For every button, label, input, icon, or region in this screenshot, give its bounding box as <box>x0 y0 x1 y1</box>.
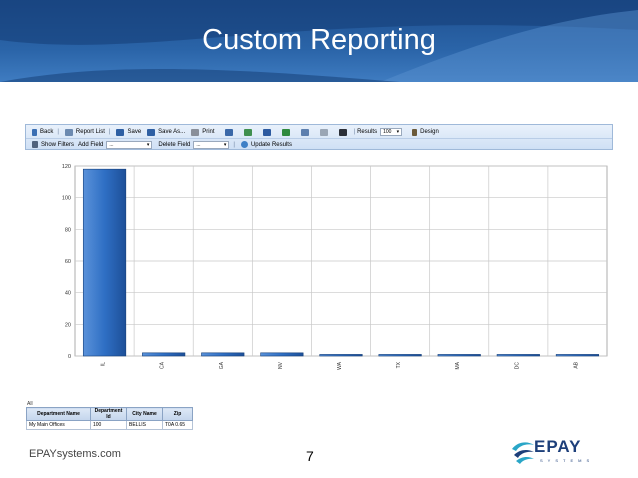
footer-website: EPAYsystems.com <box>29 448 121 460</box>
x-tick-label: AB <box>573 361 579 368</box>
save-as-disk-icon <box>147 128 156 136</box>
results-chart: 0 20 40 60 80 100 120 IL CA GA NV WA TX MA DC AB <box>45 158 615 376</box>
logo-swoosh-icon <box>512 442 534 464</box>
y-tick-label: 20 <box>65 322 71 328</box>
x-tick-label: NV <box>278 361 284 369</box>
show-filters-label: Show Filters <box>41 141 75 148</box>
column-header[interactable]: City Name <box>126 407 163 421</box>
save-as-label: Save As... <box>158 129 186 135</box>
x-tick-label: TX <box>396 361 402 368</box>
back-button[interactable]: Back <box>32 128 54 136</box>
column-header[interactable]: Department Name <box>26 407 91 421</box>
report-list-button[interactable]: Report List <box>64 128 105 136</box>
x-tick-label: WA <box>337 361 343 370</box>
results-select[interactable]: 100 ▾ <box>380 128 403 136</box>
results-label: Results <box>357 129 378 135</box>
print-label: Print <box>202 129 215 135</box>
toolbar-row-fields: Show Filters Add Field ... ▾ Delete Fiel… <box>26 138 612 150</box>
separator: | <box>57 129 59 135</box>
design-label: Design <box>420 129 439 135</box>
x-tick-label: CA <box>160 361 166 369</box>
x-tick-label: DC <box>514 362 520 370</box>
toolbar-row-actions: Back | Report List | Save Save As... Pri… <box>26 126 439 138</box>
separator: | <box>353 129 356 135</box>
refresh-icon <box>240 141 248 148</box>
bar-CA[interactable] <box>142 352 186 357</box>
epay-logo: EPAY SYSTEMS <box>510 437 610 469</box>
delete-field-label: Delete Field <box>158 141 191 148</box>
export-csv-icon[interactable] <box>300 128 309 136</box>
export-image-icon[interactable] <box>243 128 252 136</box>
bar-AB[interactable] <box>555 354 600 357</box>
y-tick-label: 80 <box>65 227 71 233</box>
design-wand-icon <box>412 128 418 136</box>
bar-WA[interactable] <box>319 354 363 357</box>
bar-chart-svg: 0 20 40 60 80 100 120 IL CA GA NV WA TX MA DC AB <box>62 164 608 370</box>
printer-icon <box>191 128 200 136</box>
results-value: 100 <box>383 129 392 135</box>
save-button[interactable]: Save <box>116 128 142 136</box>
export-excel-icon[interactable] <box>281 128 290 136</box>
column-header[interactable]: Zip <box>162 407 193 421</box>
add-field-select[interactable]: ... ▾ <box>106 140 153 149</box>
bar-MA[interactable] <box>437 354 481 357</box>
show-filters-button[interactable]: Show Filters <box>32 141 74 148</box>
delete-field-value: ... <box>196 141 201 148</box>
export-text-icon[interactable] <box>319 128 328 136</box>
column-header[interactable]: Department Id <box>90 407 127 421</box>
separator: | <box>233 141 235 148</box>
chevron-down-icon: ▾ <box>396 129 400 135</box>
add-field-control: Add Field ... ▾ <box>78 140 153 149</box>
y-tick-label: 60 <box>65 259 71 265</box>
results-table: Department Name Department Id City Name … <box>26 407 193 430</box>
table-cell: BELLIS <box>126 420 163 430</box>
x-tick-label: MA <box>455 361 461 369</box>
logo-wordmark: EPAY <box>534 437 582 456</box>
bar-TX[interactable] <box>378 354 422 357</box>
print-button[interactable]: Print <box>191 128 215 136</box>
design-button[interactable]: Design <box>412 128 439 136</box>
title-banner: Custom Reporting <box>0 0 638 82</box>
logo-subtitle: SYSTEMS <box>540 458 595 463</box>
export-word-icon[interactable] <box>262 128 271 136</box>
bar-IL[interactable] <box>82 168 127 357</box>
add-field-label: Add Field <box>78 141 104 148</box>
export-pdf-icon[interactable] <box>224 128 233 136</box>
report-list-icon <box>64 128 73 136</box>
bar-DC[interactable] <box>496 354 540 357</box>
delete-field-control: Delete Field ... ▾ <box>158 140 230 149</box>
y-tick-label: 100 <box>62 196 71 202</box>
x-tick-label: IL <box>101 362 107 366</box>
add-field-value: ... <box>109 141 114 148</box>
separator: | <box>108 129 111 135</box>
report-toolbar: Back | Report List | Save Save As... Pri… <box>25 124 613 150</box>
save-as-button[interactable]: Save As... <box>147 128 186 136</box>
back-arrow-icon <box>32 128 37 136</box>
y-tick-label: 120 <box>62 164 71 170</box>
y-tick-label: 0 <box>68 354 71 360</box>
slide-title: Custom Reporting <box>202 24 436 56</box>
save-label: Save <box>127 129 142 135</box>
table-cell: 100 <box>90 420 127 430</box>
table-cell: My Main Offices <box>26 420 91 430</box>
delete-field-select[interactable]: ... ▾ <box>193 140 230 149</box>
bar-NV[interactable] <box>260 352 304 357</box>
update-results-label: Update Results <box>250 141 292 148</box>
table-cell: T0A 0.65 <box>162 420 193 430</box>
page-number: 7 <box>306 448 314 464</box>
table-row[interactable]: My Main Offices 100 BELLIS T0A 0.65 <box>26 420 193 430</box>
report-list-label: Report List <box>75 129 105 135</box>
chevron-down-icon: ▾ <box>146 141 150 148</box>
chevron-down-icon: ▾ <box>223 141 227 148</box>
back-label: Back <box>40 129 54 135</box>
filter-funnel-icon <box>32 141 38 148</box>
update-results-button[interactable]: Update Results <box>240 141 292 148</box>
save-disk-icon[interactable] <box>338 128 347 136</box>
y-tick-label: 40 <box>65 291 71 297</box>
x-tick-label: GA <box>219 361 225 369</box>
bar-GA[interactable] <box>201 352 245 357</box>
table-header-row: Department Name Department Id City Name … <box>26 407 193 421</box>
results-control: Results 100 ▾ <box>357 128 403 136</box>
save-disk-icon <box>116 128 125 136</box>
